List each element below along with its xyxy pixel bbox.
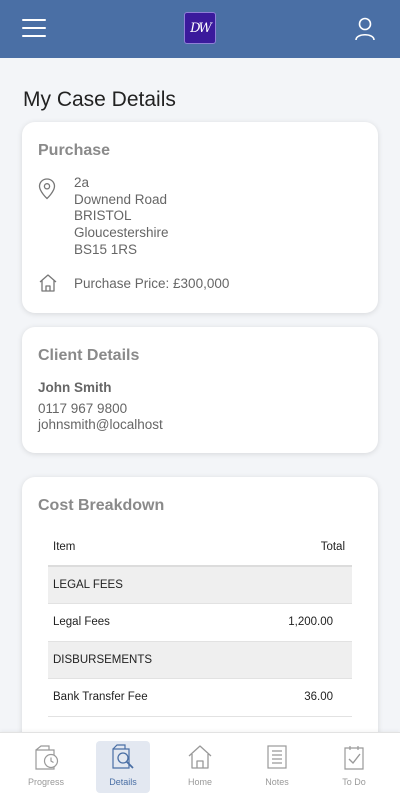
column-header-total: Total xyxy=(320,541,345,553)
table-section-row: DISBURSEMENTS xyxy=(48,641,352,679)
tab-label: To Do xyxy=(342,777,366,787)
row-total: 36.00 xyxy=(304,691,333,703)
notes-icon xyxy=(267,745,287,769)
client-name: John Smith xyxy=(38,380,112,395)
top-bar: DW xyxy=(0,0,400,58)
purchase-address: 2a Downend Road BRISTOL Gloucestershire … xyxy=(74,175,169,259)
section-label: LEGAL FEES xyxy=(53,578,123,591)
main-content: My Case Details Purchase 2a Downend Road… xyxy=(0,58,400,732)
tab-label: Notes xyxy=(265,777,289,787)
house-icon xyxy=(39,274,57,292)
row-item: Bank Transfer Fee xyxy=(53,691,148,703)
user-icon[interactable] xyxy=(354,17,376,41)
menu-icon[interactable] xyxy=(22,18,46,38)
todo-icon xyxy=(344,746,364,770)
tab-todo[interactable]: To Do xyxy=(327,741,381,793)
row-item: Legal Fees xyxy=(53,616,110,628)
cost-card-title: Cost Breakdown xyxy=(38,497,165,514)
address-line: Downend Road xyxy=(74,191,168,207)
tab-label: Progress xyxy=(27,777,64,787)
address-line: BS15 1RS xyxy=(74,241,138,257)
tab-label: Home xyxy=(187,777,212,787)
client-card-title: Client Details xyxy=(38,347,140,364)
table-row: Bank Transfer Fee 36.00 xyxy=(48,679,352,717)
logo: DW xyxy=(184,12,216,44)
tab-label: Details xyxy=(109,777,137,787)
bottom-nav: Progress Details Home Notes To Do xyxy=(0,732,400,800)
cost-table: Item Total LEGAL FEES Legal Fees 1,200.0… xyxy=(48,529,352,717)
purchase-price: Purchase Price: £300,000 xyxy=(74,276,230,291)
section-label: DISBURSEMENTS xyxy=(53,653,153,666)
row-total: 1,200.00 xyxy=(288,616,333,628)
address-line: Gloucestershire xyxy=(74,225,169,241)
table-row: Legal Fees 1,200.00 xyxy=(48,604,352,642)
details-icon xyxy=(112,744,134,769)
progress-icon xyxy=(35,745,59,770)
client-email[interactable]: johnsmith@localhost xyxy=(38,417,163,432)
home-icon xyxy=(188,745,212,769)
purchase-card: Purchase 2a Downend Road BRISTOL Glouces… xyxy=(22,122,378,313)
tab-notes[interactable]: Notes xyxy=(250,741,304,793)
table-section-row: LEGAL FEES xyxy=(48,566,352,604)
tab-home[interactable]: Home xyxy=(173,741,227,793)
column-header-item: Item xyxy=(53,541,76,553)
client-phone[interactable]: 0117 967 9800 xyxy=(38,401,127,416)
tab-details[interactable]: Details xyxy=(96,741,150,793)
page-title: My Case Details xyxy=(23,88,176,111)
purchase-card-title: Purchase xyxy=(38,142,111,159)
cost-breakdown-card: Cost Breakdown Item Total LEGAL FEES Leg… xyxy=(22,477,378,732)
address-line: BRISTOL xyxy=(74,208,132,224)
tab-progress[interactable]: Progress xyxy=(19,741,73,793)
client-details-card: Client Details John Smith 0117 967 9800 … xyxy=(22,327,378,453)
location-pin-icon xyxy=(38,178,56,200)
table-header-row: Item Total xyxy=(48,529,352,567)
address-line: 2a xyxy=(74,175,90,190)
